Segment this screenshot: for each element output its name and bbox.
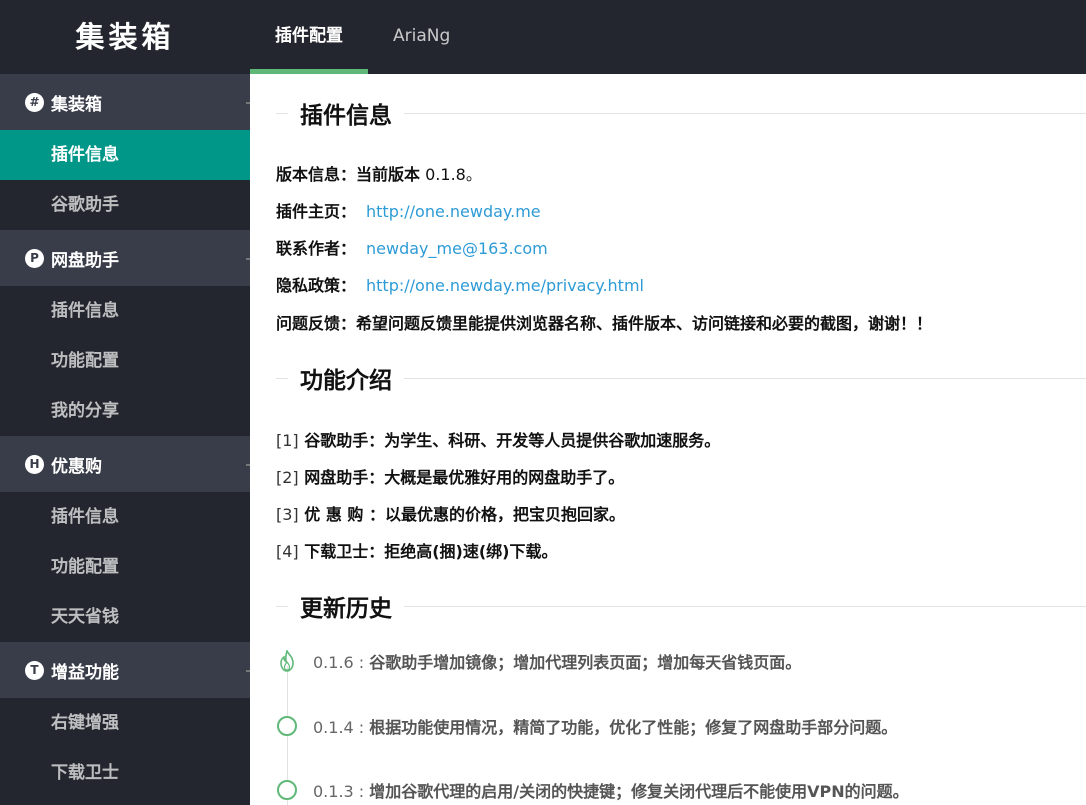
feature-item: [1] 谷歌助手：为学生、科研、开发等人员提供谷歌加速服务。 bbox=[276, 427, 720, 451]
sidebar-group-discount[interactable]: H 优惠购 bbox=[0, 436, 250, 492]
sidebar-item-plugin-info[interactable]: 插件信息 bbox=[0, 286, 250, 336]
timeline-version: 0.1.6 : bbox=[313, 653, 370, 672]
sidebar-group-enhancements[interactable]: T 增益功能 bbox=[0, 642, 250, 698]
timeline-item: 0.1.6 : 谷歌助手增加镜像；增加代理列表页面；增加每天省钱页面。 bbox=[277, 649, 801, 673]
feature-text: 下载卫士：拒绝高(捆)速(绑)下载。 bbox=[298, 542, 558, 561]
sidebar-group-label: 网盘助手 bbox=[51, 250, 119, 271]
history-title-rule bbox=[404, 605, 1086, 607]
sidebar-item-daily-saving[interactable]: 天天省钱 bbox=[0, 592, 250, 642]
sidebar-item-feature-config[interactable]: 功能配置 bbox=[0, 542, 250, 592]
t-circle-icon: T bbox=[25, 660, 44, 680]
sidebar-item-plugin-info[interactable]: 插件信息 bbox=[0, 492, 250, 542]
sidebar-item-context-menu[interactable]: 右键增强 bbox=[0, 698, 250, 748]
feature-text: 优 惠 购 ：以最优惠的价格，把宝贝抱回家。 bbox=[298, 505, 625, 524]
author-label: 联系作者： bbox=[276, 239, 357, 258]
features-title-bar bbox=[276, 377, 288, 379]
features-title-rule bbox=[404, 377, 1086, 379]
timeline-text: 0.1.4 : 根据功能使用情况，精简了功能，优化了性能；修复了网盘助手部分问题… bbox=[313, 714, 897, 738]
feature-item: [4] 下载卫士：拒绝高(捆)速(绑)下载。 bbox=[276, 538, 558, 562]
section-features-title: 功能介绍 bbox=[276, 362, 1086, 394]
section-plugin-info-title: 插件信息 bbox=[276, 97, 1086, 129]
sidebar-group-label: 增益功能 bbox=[51, 662, 119, 683]
feature-num: [4] bbox=[276, 542, 299, 561]
homepage-row: 插件主页： http://one.newday.me bbox=[276, 198, 541, 222]
feature-item: [2] 网盘助手：大概是最优雅好用的网盘助手了。 bbox=[276, 464, 624, 488]
p-circle-icon: P bbox=[25, 248, 44, 268]
top-tabs: 插件配置 AriaNg bbox=[250, 0, 475, 74]
fire-icon bbox=[280, 650, 294, 672]
sidebar-item-download-guard[interactable]: 下载卫士 bbox=[0, 748, 250, 798]
timeline-item: 0.1.3 : 增加谷歌代理的启用/关闭的快捷键；修复关闭代理后不能使用VPN的… bbox=[277, 778, 909, 802]
timeline-text: 0.1.3 : 增加谷歌代理的启用/关闭的快捷键；修复关闭代理后不能使用VPN的… bbox=[313, 778, 909, 802]
feedback-text: 希望问题反馈里能提供浏览器名称、插件版本、访问链接和必要的截图，谢谢！！ bbox=[356, 314, 933, 333]
timeline-desc: 谷歌助手增加镜像；增加代理列表页面；增加每天省钱页面。 bbox=[369, 653, 802, 672]
timeline-text: 0.1.6 : 谷歌助手增加镜像；增加代理列表页面；增加每天省钱页面。 bbox=[313, 649, 801, 673]
homepage-link[interactable]: http://one.newday.me bbox=[366, 202, 541, 221]
plugin-info-title-bar bbox=[276, 112, 288, 114]
privacy-label: 隐私政策： bbox=[276, 276, 357, 295]
feature-item: [3] 优 惠 购 ：以最优惠的价格，把宝贝抱回家。 bbox=[276, 501, 625, 525]
tab-plugin-config[interactable]: 插件配置 bbox=[250, 0, 368, 74]
h-circle-icon: H bbox=[25, 454, 44, 474]
sidebar-group-label: 优惠购 bbox=[51, 456, 102, 477]
hash-icon: # bbox=[25, 92, 44, 112]
circle-icon bbox=[277, 780, 297, 800]
feature-num: [3] bbox=[276, 505, 299, 524]
plugin-info-title-rule bbox=[404, 112, 1086, 114]
feature-num: [2] bbox=[276, 468, 299, 487]
privacy-row: 隐私政策： http://one.newday.me/privacy.html bbox=[276, 272, 644, 296]
timeline-desc: 根据功能使用情况，精简了功能，优化了性能；修复了网盘助手部分问题。 bbox=[369, 718, 898, 737]
version-row: 版本信息：当前版本 0.1.8。 bbox=[276, 161, 482, 185]
sidebar: # 集装箱 插件信息 谷歌助手 P 网盘助手 插件信息 功能配置 我的分享 H … bbox=[0, 74, 250, 805]
feedback-label: 问题反馈： bbox=[276, 314, 357, 333]
section-title-text: 功能介绍 bbox=[300, 368, 392, 394]
section-history-title: 更新历史 bbox=[276, 590, 1086, 622]
feedback-row: 问题反馈：希望问题反馈里能提供浏览器名称、插件版本、访问链接和必要的截图，谢谢！… bbox=[276, 310, 932, 334]
section-title-text: 插件信息 bbox=[300, 103, 392, 129]
sidebar-item-feature-config[interactable]: 功能配置 bbox=[0, 336, 250, 386]
section-title-text: 更新历史 bbox=[300, 596, 392, 622]
feature-text: 网盘助手：大概是最优雅好用的网盘助手了。 bbox=[298, 468, 625, 487]
sidebar-item-my-share[interactable]: 我的分享 bbox=[0, 386, 250, 436]
sidebar-group-container[interactable]: # 集装箱 bbox=[0, 74, 250, 130]
top-navbar: 集装箱 插件配置 AriaNg bbox=[0, 0, 1086, 74]
sidebar-item-plugin-info[interactable]: 插件信息 bbox=[0, 130, 250, 180]
author-email-link[interactable]: newday_me@163.com bbox=[366, 239, 548, 258]
main-content: 插件信息 版本信息：当前版本 0.1.8。 插件主页： http://one.ne… bbox=[250, 74, 1086, 805]
timeline-version: 0.1.3 : bbox=[313, 782, 370, 801]
sidebar-item-google-helper[interactable]: 谷歌助手 bbox=[0, 180, 250, 230]
version-label: 版本信息： bbox=[276, 165, 357, 184]
app-logo[interactable]: 集装箱 bbox=[0, 0, 250, 74]
timeline-desc: 增加谷歌代理的启用/关闭的快捷键；修复关闭代理后不能使用VPN的问题。 bbox=[369, 782, 909, 801]
tab-ariang[interactable]: AriaNg bbox=[368, 0, 475, 74]
feature-text: 谷歌助手：为学生、科研、开发等人员提供谷歌加速服务。 bbox=[298, 431, 721, 450]
homepage-label: 插件主页： bbox=[276, 202, 357, 221]
feature-num: [1] bbox=[276, 431, 299, 450]
timeline-item: 0.1.4 : 根据功能使用情况，精简了功能，优化了性能；修复了网盘助手部分问题… bbox=[277, 714, 897, 738]
author-row: 联系作者： newday_me@163.com bbox=[276, 235, 548, 259]
sidebar-group-pan-helper[interactable]: P 网盘助手 bbox=[0, 230, 250, 286]
timeline-version: 0.1.4 : bbox=[313, 718, 370, 737]
sidebar-group-label: 集装箱 bbox=[51, 94, 102, 115]
history-title-bar bbox=[276, 605, 288, 607]
version-value: 0.1.8。 bbox=[420, 165, 482, 184]
privacy-link[interactable]: http://one.newday.me/privacy.html bbox=[366, 276, 644, 295]
version-prefix: 当前版本 bbox=[356, 165, 421, 184]
circle-icon bbox=[277, 716, 297, 736]
